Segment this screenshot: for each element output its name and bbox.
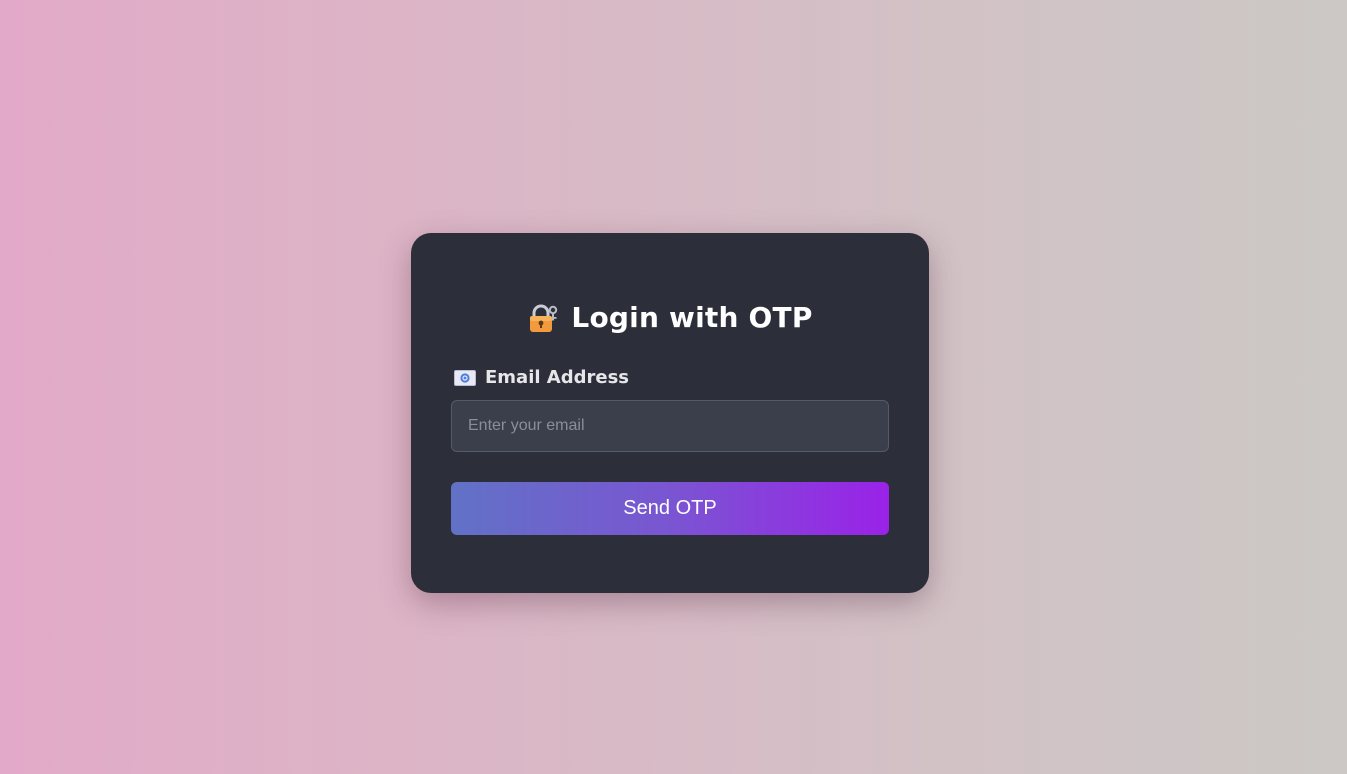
login-card: Login with OTP Email Address Send OTP	[411, 233, 929, 593]
lock-with-key-icon	[527, 302, 559, 334]
send-otp-button[interactable]: Send OTP	[451, 482, 889, 535]
email-input[interactable]	[451, 400, 889, 452]
envelope-icon	[454, 369, 476, 386]
email-label-row: Email Address	[454, 367, 629, 388]
page-title: Login with OTP	[571, 301, 813, 334]
email-label: Email Address	[485, 367, 630, 388]
title-row: Login with OTP	[411, 301, 929, 334]
